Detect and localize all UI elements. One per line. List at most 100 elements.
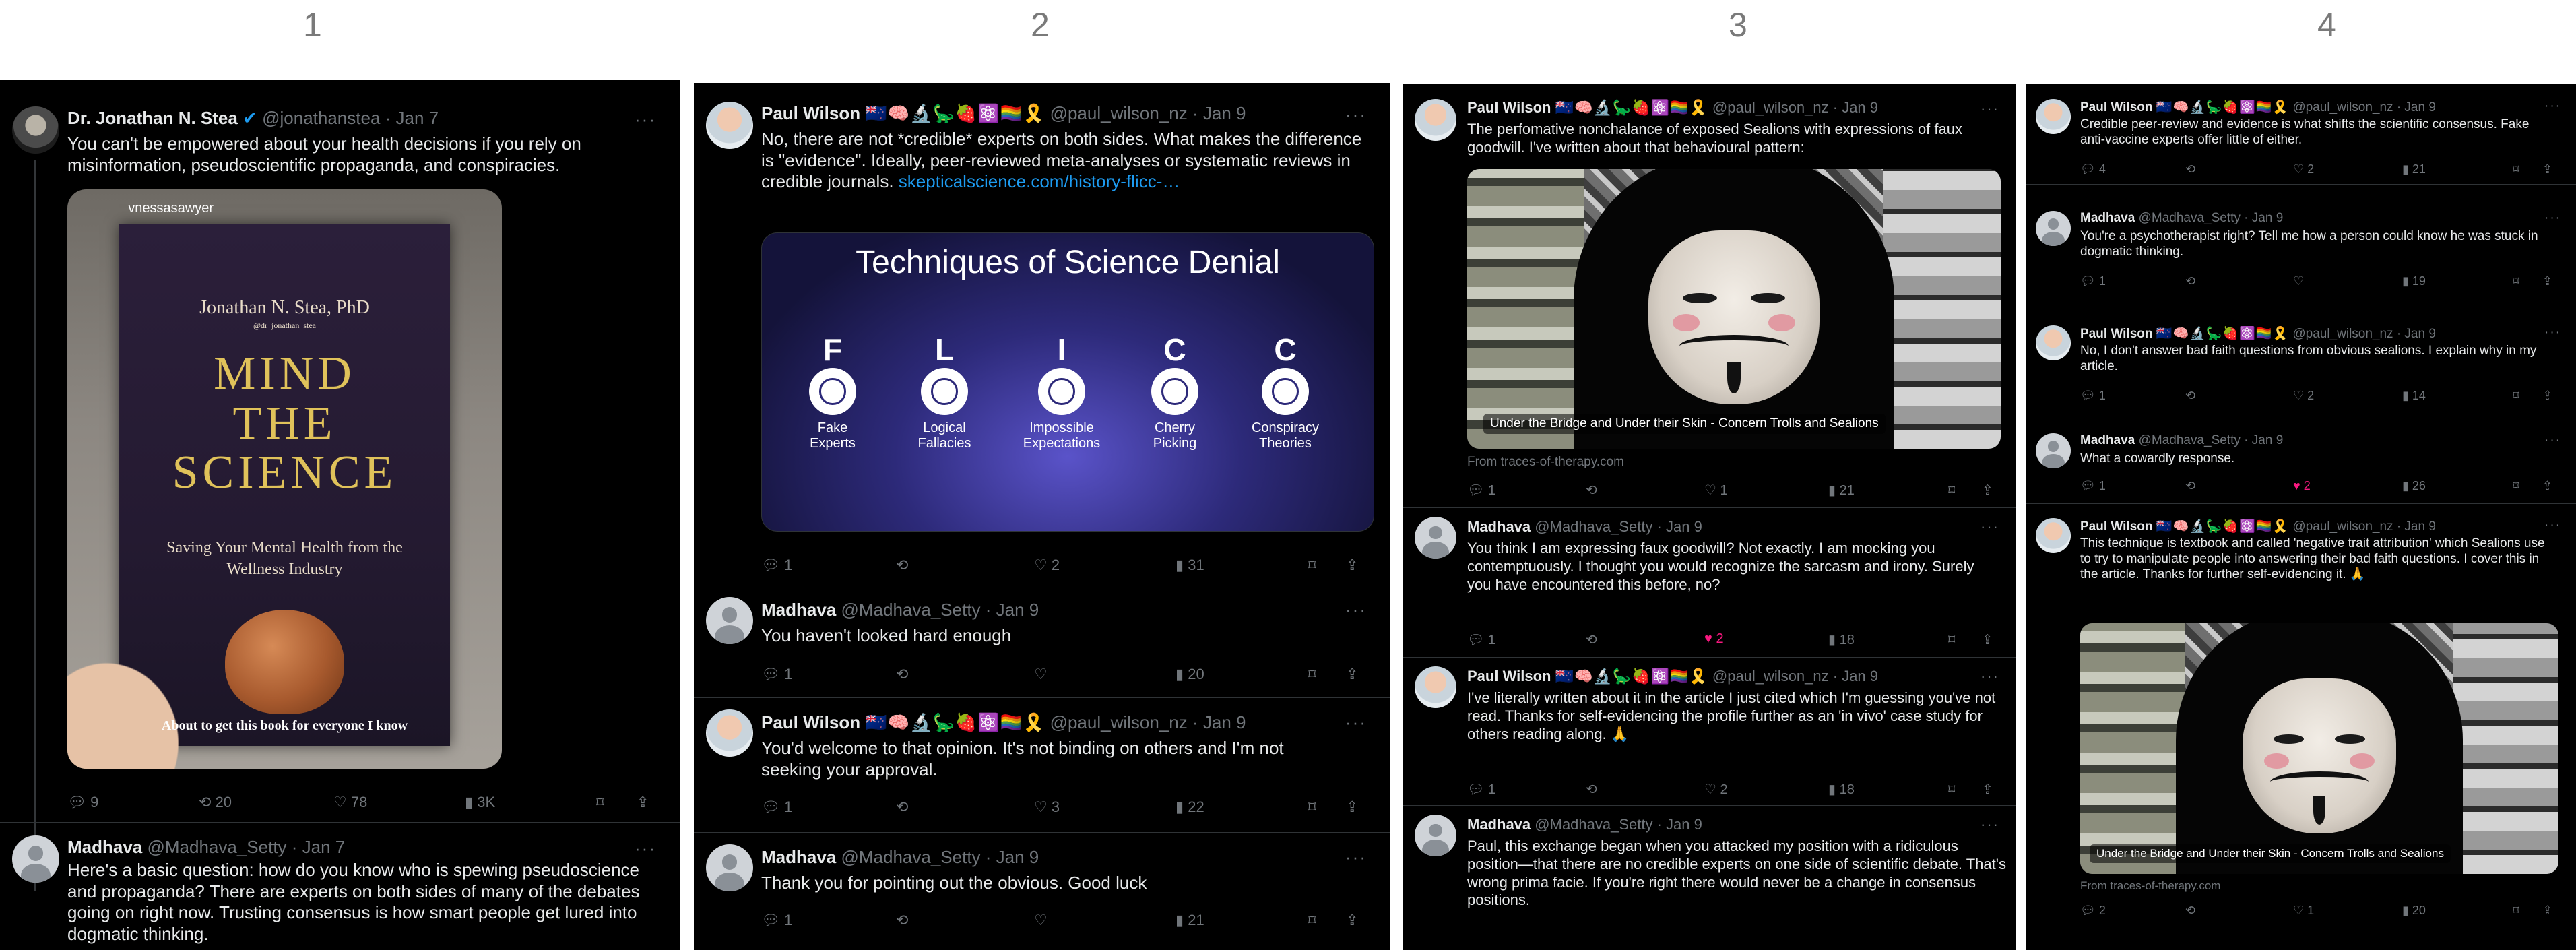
bookmark-button[interactable]: ⌑ [2513, 904, 2519, 918]
reply-button[interactable]: 💬︎ 1 [761, 666, 792, 683]
tweet-link[interactable]: skepticalscience.com/history-flicc-… [899, 171, 1180, 191]
more-icon[interactable]: ··· [1981, 668, 1999, 685]
like-button[interactable]: ♡ 1 [1704, 482, 1728, 499]
retweet-button[interactable]: ⟲ [2185, 162, 2195, 177]
avatar[interactable] [2036, 518, 2071, 553]
reply-button[interactable]: 💬︎ 1 [761, 557, 792, 574]
reply-button[interactable]: 💬︎ 1 [2080, 479, 2106, 493]
tweet-madhava[interactable]: Madhava @Madhava_Setty · Jan 7 ··· Here'… [0, 829, 680, 950]
more-icon[interactable]: ··· [1981, 518, 1999, 536]
avatar[interactable] [1415, 99, 1456, 141]
views-button[interactable]: ▮ 20 [2402, 904, 2426, 918]
more-icon[interactable]: ··· [2544, 325, 2561, 340]
like-button[interactable]: ♡ 2 [2293, 162, 2314, 177]
bookmark-button[interactable]: ⌑ [2513, 479, 2519, 493]
views-button[interactable]: ▮ 18 [1828, 631, 1855, 648]
bookmark-button[interactable]: ⌑ [1948, 631, 1955, 648]
retweet-button[interactable]: ⟲ [896, 798, 908, 816]
more-icon[interactable]: ··· [1345, 847, 1367, 868]
bookmark-button[interactable]: ⌑ [1948, 781, 1955, 798]
avatar[interactable] [12, 106, 59, 154]
like-button[interactable]: ♡ 2 [1704, 781, 1728, 798]
link-card[interactable]: Techniques of Science Denial F Fake Expe… [761, 232, 1374, 532]
like-button[interactable]: ♡ 2 [1034, 557, 1060, 574]
retweet-button[interactable]: ⟲ [896, 666, 908, 683]
more-icon[interactable]: ··· [2544, 99, 2561, 114]
avatar[interactable] [1415, 517, 1456, 559]
retweet-button[interactable]: ⟲ [896, 557, 908, 574]
share-button[interactable]: ⇪ [2542, 479, 2552, 493]
more-icon[interactable]: ··· [2544, 518, 2561, 533]
display-name[interactable]: Paul Wilson [2080, 327, 2153, 341]
views-button[interactable]: ▮ 21 [1176, 912, 1204, 929]
share-button[interactable]: ⇪ [1346, 666, 1358, 683]
display-name[interactable]: Madhava [1467, 816, 1531, 833]
like-button[interactable]: ♡ [1034, 666, 1048, 683]
views-button[interactable]: ▮ 14 [2402, 389, 2426, 403]
avatar[interactable] [2036, 99, 2071, 134]
share-button[interactable]: ⇪ [1346, 912, 1358, 929]
bookmark-button[interactable]: ⌑ [1308, 798, 1316, 816]
avatar[interactable] [2036, 211, 2071, 246]
display-name[interactable]: Madhava [2080, 211, 2135, 225]
retweet-button[interactable]: ⟲ [1586, 781, 1597, 798]
reply-button[interactable]: 💬︎ 2 [2080, 904, 2106, 918]
bookmark-button[interactable]: ⌑ [1308, 557, 1316, 574]
avatar[interactable] [1415, 666, 1456, 708]
avatar[interactable] [12, 835, 59, 883]
more-icon[interactable]: ··· [2544, 433, 2561, 448]
display-name[interactable]: Dr. Jonathan N. Stea [67, 108, 238, 128]
views-button[interactable]: ▮ 20 [1176, 666, 1204, 683]
display-name[interactable]: Madhava [1467, 518, 1531, 535]
reply-button[interactable]: 💬︎ 1 [2080, 389, 2106, 403]
share-button[interactable]: ⇪ [637, 794, 649, 811]
reply-button[interactable]: 💬︎ 1 [1467, 482, 1495, 499]
display-name[interactable]: Paul Wilson [761, 103, 860, 123]
bookmark-button[interactable]: ⌑ [2513, 389, 2519, 403]
reply-button[interactable]: 💬︎ 4 [2080, 162, 2106, 177]
views-button[interactable]: ▮ 21 [1828, 482, 1855, 499]
reply-button[interactable]: 💬︎ 1 [1467, 631, 1495, 648]
bookmark-button[interactable]: ⌑ [2513, 274, 2519, 288]
bookmark-button[interactable]: ⌑ [1308, 912, 1316, 929]
like-button[interactable]: ♥ 2 [1704, 631, 1724, 647]
views-button[interactable]: ▮ 3K [465, 794, 495, 811]
avatar[interactable] [706, 709, 753, 757]
like-button[interactable]: ♡ [2293, 274, 2304, 288]
display-name[interactable]: Paul Wilson [1467, 668, 1551, 685]
share-button[interactable]: ⇪ [1346, 798, 1358, 816]
reply-button[interactable]: 💬︎ 1 [2080, 274, 2106, 288]
display-name[interactable]: Paul Wilson [1467, 99, 1551, 116]
link-card-image[interactable]: Under the Bridge and Under their Skin - … [1467, 169, 2001, 449]
link-source[interactable]: From traces-of-therapy.com [1467, 455, 1624, 470]
share-button[interactable]: ⇪ [1982, 631, 1993, 648]
share-button[interactable]: ⇪ [1982, 781, 1993, 798]
views-button[interactable]: ▮ 26 [2402, 479, 2426, 493]
link-card-image[interactable]: Under the Bridge and Under their Skin - … [2080, 623, 2558, 874]
share-button[interactable]: ⇪ [1982, 482, 1993, 499]
display-name[interactable]: Madhava [761, 600, 836, 620]
views-button[interactable]: ▮ 31 [1176, 557, 1204, 574]
avatar[interactable] [706, 844, 753, 891]
retweet-button[interactable]: ⟲ 20 [199, 794, 232, 811]
retweet-button[interactable]: ⟲ [2185, 389, 2195, 403]
more-icon[interactable]: ··· [635, 109, 656, 130]
views-button[interactable]: ▮ 22 [1176, 798, 1204, 816]
retweet-button[interactable]: ⟲ [1586, 482, 1597, 499]
display-name[interactable]: Paul Wilson [761, 712, 860, 732]
display-name[interactable]: Madhava [761, 847, 836, 867]
more-icon[interactable]: ··· [635, 838, 656, 859]
views-button[interactable]: ▮ 21 [2402, 162, 2426, 177]
reply-button[interactable]: 💬︎ 9 [67, 794, 98, 811]
views-button[interactable]: ▮ 19 [2402, 274, 2426, 288]
views-button[interactable]: ▮ 18 [1828, 781, 1855, 798]
reply-button[interactable]: 💬︎ 1 [1467, 781, 1495, 798]
tweet-jonathan[interactable]: Dr. Jonathan N. Stea ✔ @jonathanstea · J… [0, 100, 680, 827]
retweet-button[interactable]: ⟲ [2185, 274, 2195, 288]
share-button[interactable]: ⇪ [1346, 557, 1358, 574]
share-button[interactable]: ⇪ [2542, 162, 2552, 177]
more-icon[interactable]: ··· [1345, 104, 1367, 125]
display-name[interactable]: Paul Wilson [2080, 100, 2153, 115]
more-icon[interactable]: ··· [1345, 600, 1367, 621]
avatar[interactable] [2036, 433, 2071, 468]
